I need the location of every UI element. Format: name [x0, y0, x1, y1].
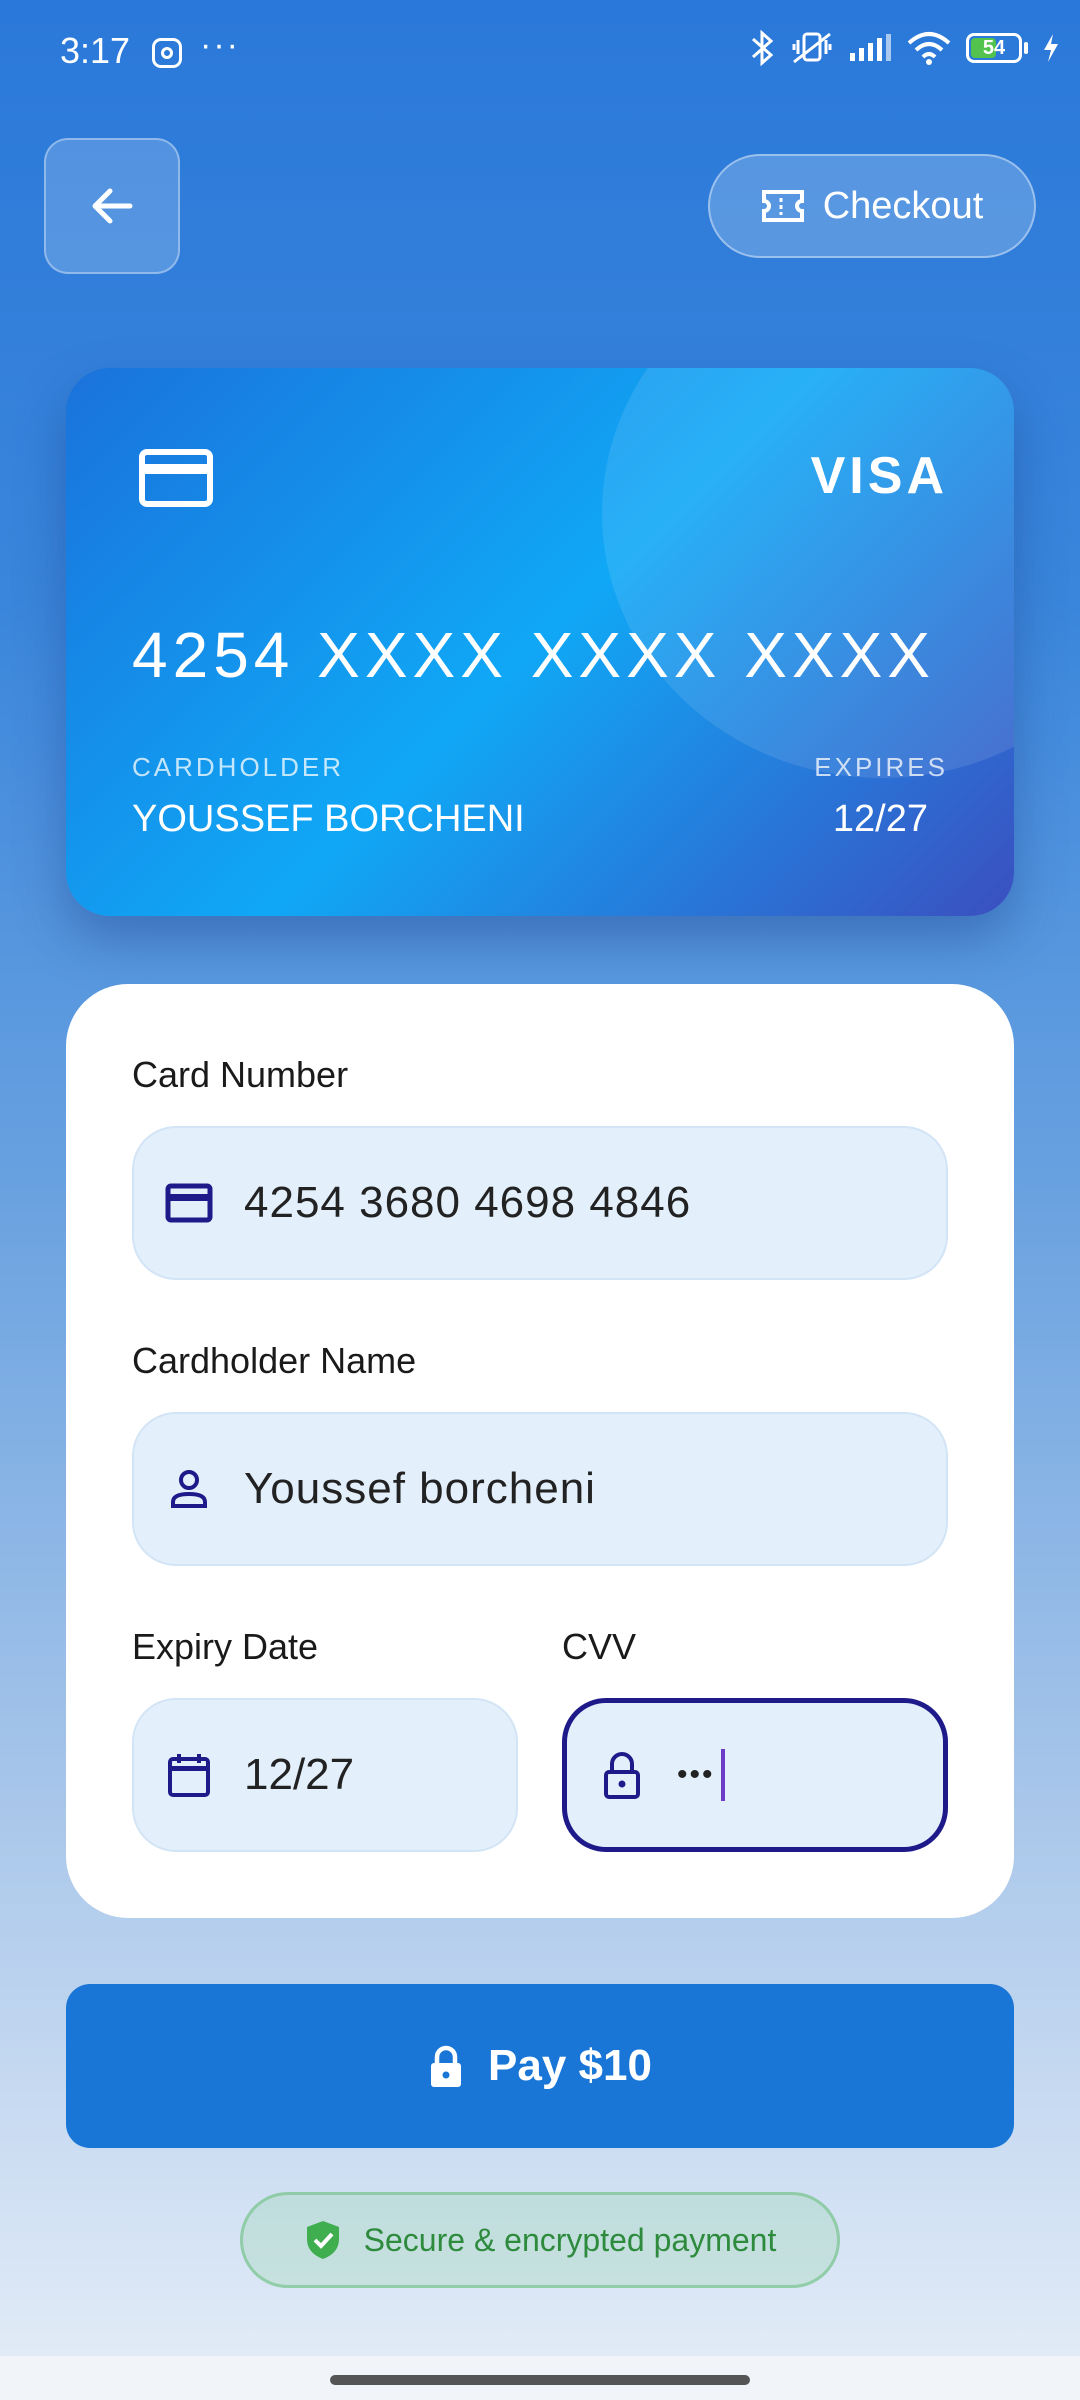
charging-icon: [1044, 34, 1058, 62]
expiry-date-value: 12/27: [244, 1750, 355, 1799]
signal-icon: [850, 34, 891, 61]
text-cursor: [720, 1749, 725, 1801]
card-decor-circle: [602, 368, 1014, 778]
pay-button[interactable]: Pay $10: [66, 1984, 1014, 2148]
cvv-field[interactable]: •••: [562, 1698, 948, 1852]
mute-vibrate-icon: [792, 32, 832, 64]
secure-payment-badge: Secure & encrypted payment: [240, 2192, 840, 2288]
status-time: 3:17: [60, 30, 131, 71]
more-notifications-icon: ···: [200, 26, 240, 64]
card-number-masked: 4254 XXXX XXXX XXXX: [132, 619, 935, 691]
credit-card-icon: [139, 449, 213, 507]
back-button[interactable]: [44, 138, 180, 274]
checkout-button[interactable]: Checkout: [708, 154, 1036, 258]
status-bar: 3:17 ··· 54: [0, 0, 1080, 110]
expires-label: EXPIRES: [814, 752, 948, 782]
credit-card-preview: VISA 4254 XXXX XXXX XXXX CARDHOLDER YOUS…: [66, 368, 1014, 916]
arrow-left-icon: [92, 188, 133, 224]
cardholder-name-field[interactable]: Youssef borcheni: [132, 1412, 948, 1566]
bluetooth-icon: [752, 30, 774, 66]
cardholder-label: CARDHOLDER: [132, 752, 345, 782]
pay-label: Pay $10: [488, 2041, 652, 2090]
lock-icon: [431, 2045, 462, 2087]
card-number-field[interactable]: 4254 3680 4698 4846: [132, 1126, 948, 1280]
lock-icon: [604, 1752, 640, 1799]
battery-icon: 54: [966, 33, 1028, 63]
calendar-icon: [168, 1754, 210, 1797]
expires-value: 12/27: [832, 798, 928, 840]
cardholder-name-label: Cardholder Name: [132, 1340, 417, 1381]
card-number-value: 4254 3680 4698 4846: [244, 1178, 692, 1227]
secure-payment-label: Secure & encrypted payment: [363, 2221, 777, 2258]
person-icon: [171, 1470, 207, 1508]
cardholder-name: YOUSSEF BORCHENI: [132, 798, 525, 840]
instagram-icon: [152, 38, 182, 68]
shield-check-icon: [306, 2221, 339, 2259]
cardholder-name-value: Youssef borcheni: [244, 1464, 596, 1513]
checkout-label: Checkout: [822, 184, 984, 227]
expiry-date-label: Expiry Date: [132, 1626, 319, 1667]
cvv-value: •••: [677, 1758, 715, 1791]
cvv-label: CVV: [562, 1626, 637, 1667]
home-gesture-handle[interactable]: [330, 2375, 750, 2385]
credit-card-icon: [165, 1183, 213, 1223]
card-brand: VISA: [810, 447, 948, 505]
wifi-icon: [907, 32, 951, 65]
card-number-label: Card Number: [132, 1054, 349, 1095]
ticket-icon: [761, 190, 804, 222]
expiry-date-field[interactable]: 12/27: [132, 1698, 518, 1852]
system-icons: 54: [750, 30, 1060, 66]
payment-form: Card Number 4254 3680 4698 4846 Cardhold…: [66, 984, 1014, 1918]
